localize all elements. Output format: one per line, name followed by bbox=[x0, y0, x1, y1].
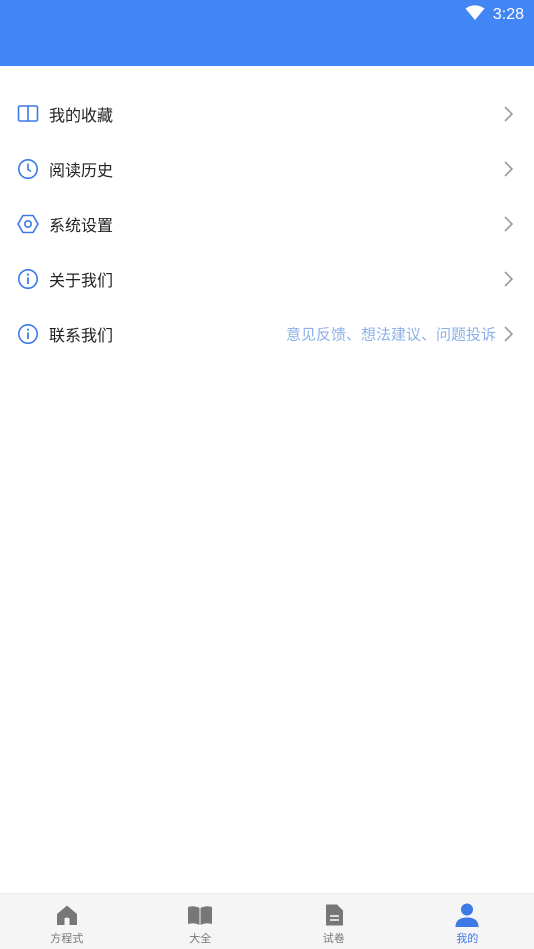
book-open-icon bbox=[17, 103, 39, 125]
tab-mine[interactable]: 我的 bbox=[401, 894, 534, 949]
info-icon bbox=[17, 268, 39, 290]
info-icon bbox=[17, 323, 39, 345]
tab-encyclopedia[interactable]: 大全 bbox=[134, 894, 268, 949]
menu-item-about[interactable]: 关于我们 bbox=[0, 251, 534, 306]
status-time: 3:28 bbox=[492, 6, 524, 23]
contact-hint-text: 意见反馈、想法建议、问题投诉 bbox=[285, 325, 496, 343]
screen: 3:28 我的收藏 阅读历史 系统设置 关于我们 联系我们 意见反馈、想法建议、… bbox=[0, 0, 534, 949]
menu-item-label: 关于我们 bbox=[49, 270, 114, 290]
menu-item-label: 系统设置 bbox=[49, 215, 114, 235]
chevron-right-icon bbox=[502, 270, 514, 288]
chevron-right-icon bbox=[502, 215, 514, 233]
chevron-right-icon bbox=[502, 325, 514, 343]
menu-list: 我的收藏 阅读历史 系统设置 关于我们 联系我们 意见反馈、想法建议、问题投诉 bbox=[0, 86, 534, 361]
menu-item-history[interactable]: 阅读历史 bbox=[0, 141, 534, 196]
settings-hexagon-icon bbox=[17, 213, 39, 235]
tab-label: 方程式 bbox=[50, 932, 84, 945]
tab-label: 我的 bbox=[456, 932, 479, 945]
status-bar: 3:28 bbox=[0, 0, 534, 66]
wifi-icon bbox=[465, 5, 485, 25]
user-icon bbox=[454, 902, 480, 928]
home-icon bbox=[54, 902, 80, 928]
menu-item-contact[interactable]: 联系我们 意见反馈、想法建议、问题投诉 bbox=[0, 306, 534, 361]
document-icon bbox=[321, 902, 347, 928]
menu-item-label: 联系我们 bbox=[49, 325, 114, 345]
clock-icon bbox=[17, 158, 39, 180]
menu-item-label: 我的收藏 bbox=[49, 105, 114, 125]
bottom-tab-bar: 方程式 大全 试卷 我的 bbox=[0, 893, 534, 949]
tab-papers[interactable]: 试卷 bbox=[267, 894, 401, 949]
chevron-right-icon bbox=[502, 105, 514, 123]
tab-equations[interactable]: 方程式 bbox=[0, 894, 134, 949]
menu-item-favorites[interactable]: 我的收藏 bbox=[0, 86, 534, 141]
menu-item-label: 阅读历史 bbox=[49, 160, 114, 180]
book-icon bbox=[187, 902, 213, 928]
chevron-right-icon bbox=[502, 160, 514, 178]
menu-item-settings[interactable]: 系统设置 bbox=[0, 196, 534, 251]
tab-label: 试卷 bbox=[322, 932, 345, 945]
status-indicators: 3:28 bbox=[465, 4, 524, 26]
tab-label: 大全 bbox=[189, 932, 212, 945]
